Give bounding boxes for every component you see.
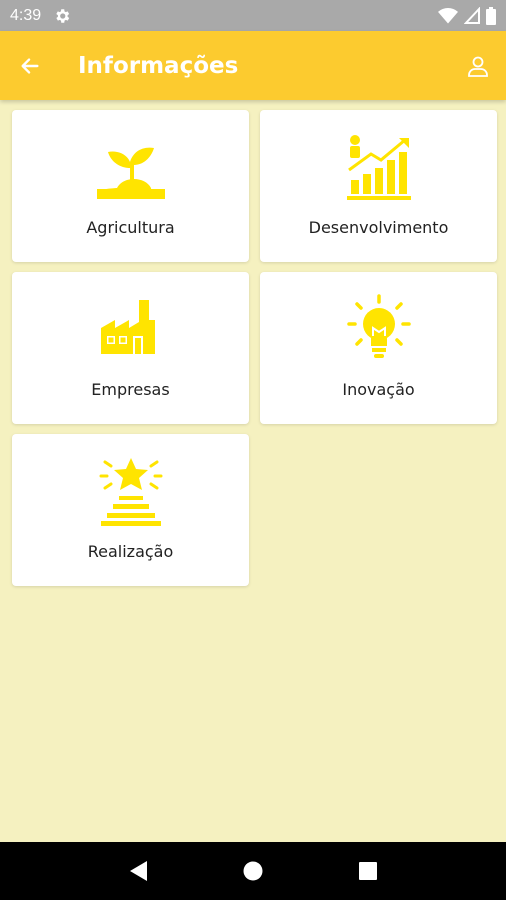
- sprout-icon: [95, 130, 167, 202]
- card-desenvolvimento[interactable]: Desenvolvimento: [260, 110, 497, 262]
- recents-square-icon: [359, 862, 378, 880]
- lightbulb-icon: [343, 292, 415, 364]
- back-button[interactable]: [0, 31, 60, 100]
- profile-button[interactable]: [450, 31, 506, 100]
- home-circle-icon: [243, 861, 263, 881]
- card-label: Realização: [87, 542, 174, 561]
- arrow-left-icon: [21, 57, 39, 74]
- signal-icon: [464, 6, 480, 24]
- nav-home-button[interactable]: [233, 851, 273, 891]
- star-podium-icon: [95, 454, 167, 526]
- nav-recents-button[interactable]: [348, 851, 388, 891]
- card-label: Empresas: [91, 380, 170, 399]
- settings-icon: [56, 8, 70, 23]
- card-label: Desenvolvimento: [308, 218, 449, 237]
- back-triangle-icon: [129, 861, 147, 881]
- page-title: Informações: [78, 52, 239, 79]
- person-icon: [468, 56, 488, 77]
- status-bar: 4:39: [0, 0, 506, 31]
- status-time: 4:39: [10, 6, 42, 24]
- growth-chart-icon: [343, 130, 415, 202]
- card-agricultura[interactable]: Agricultura: [12, 110, 249, 262]
- factory-icon: [95, 292, 167, 364]
- card-label: Agricultura: [86, 218, 175, 237]
- wifi-icon: [438, 7, 458, 23]
- battery-icon: [486, 6, 496, 25]
- card-empresas[interactable]: Empresas: [12, 272, 249, 424]
- card-realizacao[interactable]: Realização: [12, 434, 249, 586]
- system-nav-bar: [0, 842, 506, 900]
- card-inovacao[interactable]: Inovação: [260, 272, 497, 424]
- nav-back-button[interactable]: [118, 851, 158, 891]
- card-label: Inovação: [342, 380, 415, 399]
- app-bar: Informações: [0, 31, 506, 100]
